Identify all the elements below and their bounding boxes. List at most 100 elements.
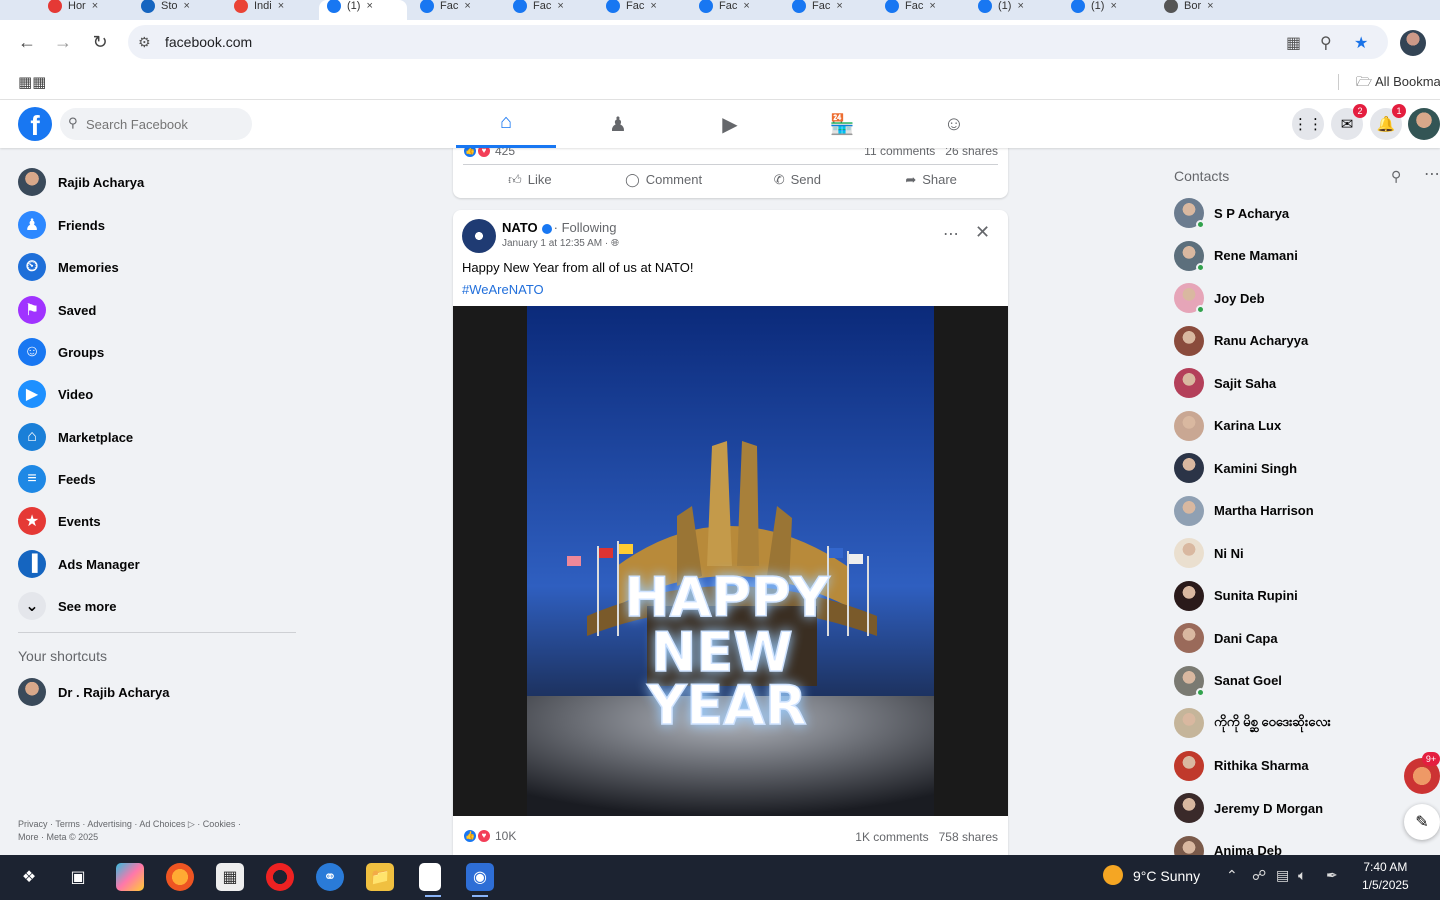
browser-tab[interactable]: (1) × <box>1063 0 1151 20</box>
contact-item[interactable]: Dani Capa <box>1174 620 1278 656</box>
opera-icon[interactable] <box>266 863 294 891</box>
sidebar-item-friends[interactable]: ♟ Friends <box>18 205 105 245</box>
contact-item[interactable]: Rene Mamani <box>1174 238 1298 274</box>
contact-item[interactable]: Jeremy D Morgan <box>1174 790 1323 826</box>
sidebar-item-memories[interactable]: ⏲ Memories <box>18 247 119 287</box>
install-icon[interactable]: ▦ <box>1286 33 1301 53</box>
copilot-icon[interactable] <box>116 863 144 891</box>
network-icon[interactable]: ▤ <box>1276 867 1289 884</box>
post-author[interactable]: NATO <box>502 220 538 235</box>
menu-button[interactable]: ⋮⋮ <box>1292 108 1324 140</box>
notifications-button[interactable]: 🔔 1 <box>1370 104 1406 140</box>
firefox-icon[interactable] <box>166 863 194 891</box>
sidebar-item-video[interactable]: ▶ Video <box>18 374 93 414</box>
sidebar-item-rajib-acharya[interactable]: Rajib Acharya <box>18 162 144 202</box>
browser-tab[interactable]: Indi × <box>226 0 314 20</box>
sidebar-item-groups[interactable]: ☺ Groups <box>18 332 104 372</box>
contact-item[interactable]: Rithika Sharma <box>1174 748 1309 784</box>
sidebar-item-ads-manager[interactable]: ▐ Ads Manager <box>18 544 140 584</box>
sidebar-item-marketplace[interactable]: ⌂ Marketplace <box>18 417 133 457</box>
footer-line-1[interactable]: Privacy · Terms · Advertising · Ad Choic… <box>18 818 288 831</box>
search-box[interactable]: ⚲ <box>60 108 252 140</box>
browser-tab[interactable]: Fac × <box>877 0 965 20</box>
contact-item[interactable]: Ni Ni <box>1174 535 1244 571</box>
sidebar-item-feeds[interactable]: ≡ Feeds <box>18 459 96 499</box>
tab-close-icon[interactable]: × <box>464 0 470 12</box>
nav-tab-marketplace[interactable]: 🏪 <box>792 100 892 148</box>
volume-icon[interactable]: 🔈︎ <box>1298 867 1306 884</box>
reload-icon[interactable]: ↻ <box>90 32 110 52</box>
contact-item[interactable]: S P Acharya <box>1174 195 1289 231</box>
windows-start-icon[interactable]: ❖ <box>15 863 43 891</box>
browser-tab[interactable]: (1) × <box>319 0 407 20</box>
browser-tab[interactable]: Fac × <box>784 0 872 20</box>
tab-close-icon[interactable]: × <box>366 0 372 12</box>
post-timestamp[interactable]: January 1 at 12:35 AM · 🌐︎ <box>502 238 619 249</box>
post-comments-count[interactable]: 1K comments <box>855 830 928 844</box>
notepad-icon[interactable] <box>419 863 441 897</box>
browser-tab[interactable]: Fac × <box>691 0 779 20</box>
all-bookmarks-button[interactable]: 🗁 All Bookma <box>1356 73 1440 95</box>
comment-button[interactable]: ◯ Comment <box>597 165 731 194</box>
tab-close-icon[interactable]: × <box>836 0 842 12</box>
apps-grid-icon[interactable]: ▦▦ <box>18 73 46 91</box>
like-button[interactable]: 👍︎ Like <box>463 165 597 194</box>
store-icon[interactable]: ▦ <box>216 863 244 891</box>
tab-close-icon[interactable]: × <box>278 0 284 12</box>
chrome-profile-icon[interactable]: ◉ <box>466 863 494 897</box>
browser-tab[interactable]: Hor × <box>40 0 128 20</box>
account-avatar[interactable] <box>1408 108 1440 140</box>
forward-icon[interactable]: → <box>53 32 73 52</box>
contact-item[interactable]: Kamini Singh <box>1174 450 1297 486</box>
contact-item[interactable]: Karina Lux <box>1174 408 1281 444</box>
sidebar-item-saved[interactable]: ⚑ Saved <box>18 290 96 330</box>
contact-item[interactable]: Sajit Saha <box>1174 365 1276 401</box>
browser-tab[interactable]: Fac × <box>505 0 593 20</box>
browser-profile-avatar[interactable] <box>1400 30 1426 56</box>
nav-tab-friends[interactable]: ♟ <box>568 100 668 148</box>
contact-item[interactable]: Sanat Goel <box>1174 663 1282 699</box>
search-input[interactable] <box>86 108 246 140</box>
browser-tab[interactable]: (1) × <box>970 0 1058 20</box>
contacts-options-icon[interactable]: ⋯ <box>1424 164 1440 184</box>
tab-close-icon[interactable]: × <box>92 0 98 12</box>
browser-tab[interactable]: Fac × <box>598 0 686 20</box>
weather-widget[interactable]: 9°C Sunny <box>1133 868 1200 884</box>
site-info-icon[interactable]: ⚙ <box>138 34 151 51</box>
browser-tab[interactable]: Fac × <box>412 0 500 20</box>
post-hashtag[interactable]: #WeAreNATO <box>462 282 544 297</box>
facebook-logo[interactable]: f <box>18 107 52 141</box>
new-message-button[interactable]: ✎ <box>1404 804 1440 840</box>
post-options-icon[interactable]: ⋯ <box>943 224 959 244</box>
zoom-icon[interactable]: ⚲ <box>1320 33 1332 53</box>
messenger-button[interactable]: ✉ 2 <box>1331 104 1367 140</box>
post-image[interactable]: HAPPY NEW YEAR <box>453 306 1008 816</box>
send-button[interactable]: ✆ Send <box>731 165 865 194</box>
tab-close-icon[interactable]: × <box>1207 0 1213 12</box>
clock[interactable]: 7:40 AM 1/5/2025 <box>1362 858 1409 894</box>
tab-close-icon[interactable]: × <box>929 0 935 12</box>
nav-tab-home[interactable]: ⌂ <box>456 100 556 148</box>
footer-line-2[interactable]: More · Meta © 2025 <box>18 831 288 844</box>
tab-close-icon[interactable]: × <box>743 0 749 12</box>
nav-tab-video[interactable]: ▶ <box>680 100 780 148</box>
tab-close-icon[interactable]: × <box>650 0 656 12</box>
contact-item[interactable]: Joy Deb <box>1174 280 1265 316</box>
sidebar-item-events[interactable]: ★ Events <box>18 501 101 541</box>
close-icon[interactable]: ✕ <box>975 222 990 243</box>
task-view-icon[interactable]: ▣ <box>64 863 92 891</box>
following-label[interactable]: · Following <box>554 220 617 235</box>
contacts-search-icon[interactable]: ⚲ <box>1391 168 1401 185</box>
contact-item[interactable]: Ranu Acharyya <box>1174 323 1308 359</box>
bookmark-star-icon[interactable]: ★ <box>1354 33 1368 53</box>
contact-item[interactable]: ကိုကို မိစ္ဆ ဝေဒေးဆိုးလေး <box>1174 705 1331 741</box>
tab-close-icon[interactable]: × <box>184 0 190 12</box>
tab-close-icon[interactable]: × <box>557 0 563 12</box>
post-shares-count[interactable]: 758 shares <box>939 830 998 844</box>
app-icon[interactable]: ⚭ <box>316 863 344 891</box>
back-icon[interactable]: ← <box>17 32 37 52</box>
contact-item[interactable]: Sunita Rupini <box>1174 578 1298 614</box>
contact-item[interactable]: Martha Harrison <box>1174 493 1314 529</box>
share-button[interactable]: ➦ Share <box>864 165 998 194</box>
tray-chevron-icon[interactable]: ⌃ <box>1226 867 1238 884</box>
